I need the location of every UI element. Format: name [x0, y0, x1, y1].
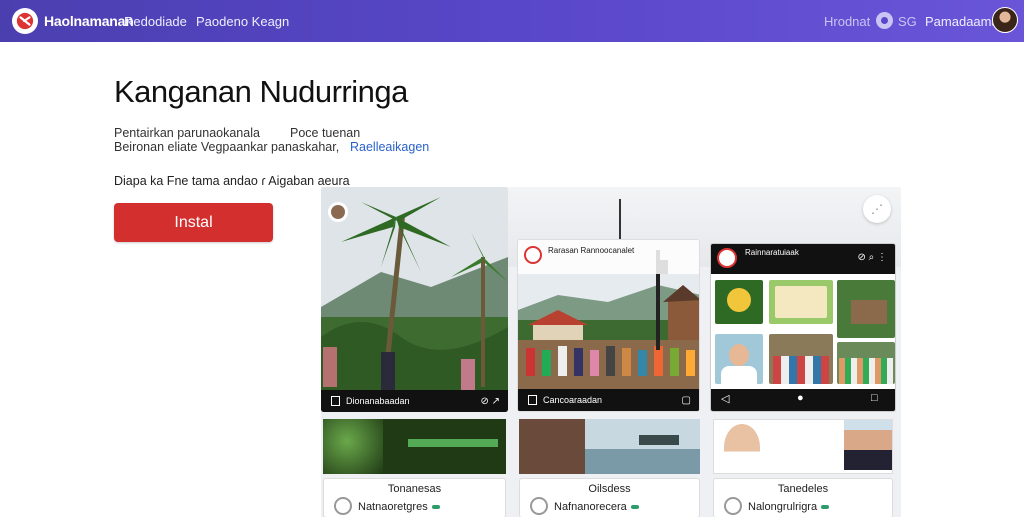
- account-name[interactable]: Pamadaama: [925, 14, 999, 29]
- thumbnail-group[interactable]: [769, 334, 833, 384]
- screenshot-3[interactable]: Rainnaratuiaak ⊘ ⌕ ⋮ ◁ ● □: [710, 243, 896, 412]
- app-logo-icon: [717, 248, 737, 268]
- screenshot-4[interactable]: [323, 419, 506, 474]
- globe-icon[interactable]: [876, 12, 893, 29]
- app-meta-info: Diapa ka Fne tama andao ɾ Aigaban aeura: [114, 174, 350, 188]
- phone-nav-bar: ◁ ● □: [711, 389, 895, 411]
- recent-apps-icon[interactable]: □: [871, 392, 878, 404]
- expand-icon[interactable]: ⊘ ↗: [480, 396, 500, 407]
- nav-link-2[interactable]: Paodeno Keagn: [196, 14, 289, 29]
- thumbnail-crowd[interactable]: [837, 342, 895, 384]
- region-label[interactable]: SG: [898, 14, 917, 29]
- screenshot-gallery: ⋰ Dionanabaadan ⊘ ↗ Rarasan Rannoocanale…: [321, 187, 901, 517]
- back-icon[interactable]: ◁: [721, 392, 729, 405]
- phone-app-header: Rainnaratuiaak ⊘ ⌕ ⋮: [711, 244, 895, 274]
- phone-app-title: Rainnaratuiaak: [745, 248, 799, 257]
- app-logo-icon[interactable]: [12, 8, 38, 34]
- channel-logo-icon: [524, 246, 542, 264]
- install-button[interactable]: Instal: [114, 203, 273, 242]
- card-2-subtitle: Nafnanorecera: [554, 501, 639, 513]
- expand-icon[interactable]: ▢: [682, 395, 691, 406]
- bookmark-icon: [528, 395, 537, 405]
- thumbnail-flower[interactable]: [715, 280, 763, 324]
- card-2-icon: [530, 497, 548, 515]
- screenshot-5[interactable]: [519, 419, 700, 474]
- tropical-landscape-image: [321, 187, 508, 412]
- share-icon[interactable]: ⋰: [863, 195, 891, 223]
- card-3-icon: [724, 497, 742, 515]
- thumbnail-banner[interactable]: [769, 280, 833, 324]
- card-3-title: Tanedeles: [777, 483, 829, 495]
- screenshot-1[interactable]: Dionanabaadan ⊘ ↗: [321, 187, 508, 412]
- toolbar-icons[interactable]: ⊘ ⌕ ⋮: [857, 252, 887, 263]
- screenshot-2[interactable]: Rarasan Rannoocanalet Cancoaraadan ▢: [517, 239, 700, 412]
- card-3-subtitle: Nalongrulrigra: [748, 501, 830, 513]
- bookmark-icon: [331, 396, 340, 406]
- screenshot-2-header: Rarasan Rannoocanalet: [518, 240, 699, 274]
- screenshot-1-caption-bar: Dionanabaadan ⊘ ↗: [321, 390, 508, 412]
- card-1-icon: [334, 497, 352, 515]
- nav-link-right-1[interactable]: Hrodnat: [824, 14, 870, 29]
- screenshot-2-header-text: Rarasan Rannoocanalet: [548, 246, 635, 255]
- screenshot-6[interactable]: [713, 419, 893, 474]
- app-description-line-1: Pentairkan parunaokanala: [114, 126, 260, 140]
- app-description-line-1b: Poce tuenan: [290, 126, 361, 140]
- app-title: Kanganan Nudurringa: [114, 74, 408, 109]
- card-2-title: Oilsdess: [588, 483, 631, 495]
- brand-name[interactable]: Haolnamanan: [44, 13, 134, 29]
- app-description-line-2: Beironan eliate Vegpaankar panaskahar,: [114, 140, 340, 154]
- screenshot-2-caption: Cancoaraadan: [543, 395, 603, 405]
- thumbnail-house[interactable]: [837, 280, 895, 338]
- card-1-title: Tonanesas: [387, 483, 442, 495]
- app-card-1[interactable]: Tonanesas Natnaoretgres: [323, 478, 506, 517]
- app-description-link[interactable]: Raelleaikagen: [350, 140, 429, 154]
- card-1-subtitle: Natnaoretgres: [358, 501, 440, 513]
- thumbnail-portrait[interactable]: [715, 334, 763, 384]
- screenshot-1-caption: Dionanabaadan: [346, 396, 410, 406]
- app-card-3[interactable]: Tanedeles Nalongrulrigra: [713, 478, 893, 517]
- pole-decoration: [619, 199, 621, 239]
- top-navigation-bar: Haolnamanan Redodiade Paodeno Keagn Hrod…: [0, 0, 1024, 42]
- user-avatar[interactable]: [992, 7, 1018, 33]
- app-card-2[interactable]: Oilsdess Nafnanorecera: [519, 478, 700, 517]
- home-icon[interactable]: ●: [797, 392, 804, 404]
- nav-link-1[interactable]: Redodiade: [124, 14, 187, 29]
- screenshot-2-caption-bar: Cancoaraadan ▢: [518, 389, 699, 411]
